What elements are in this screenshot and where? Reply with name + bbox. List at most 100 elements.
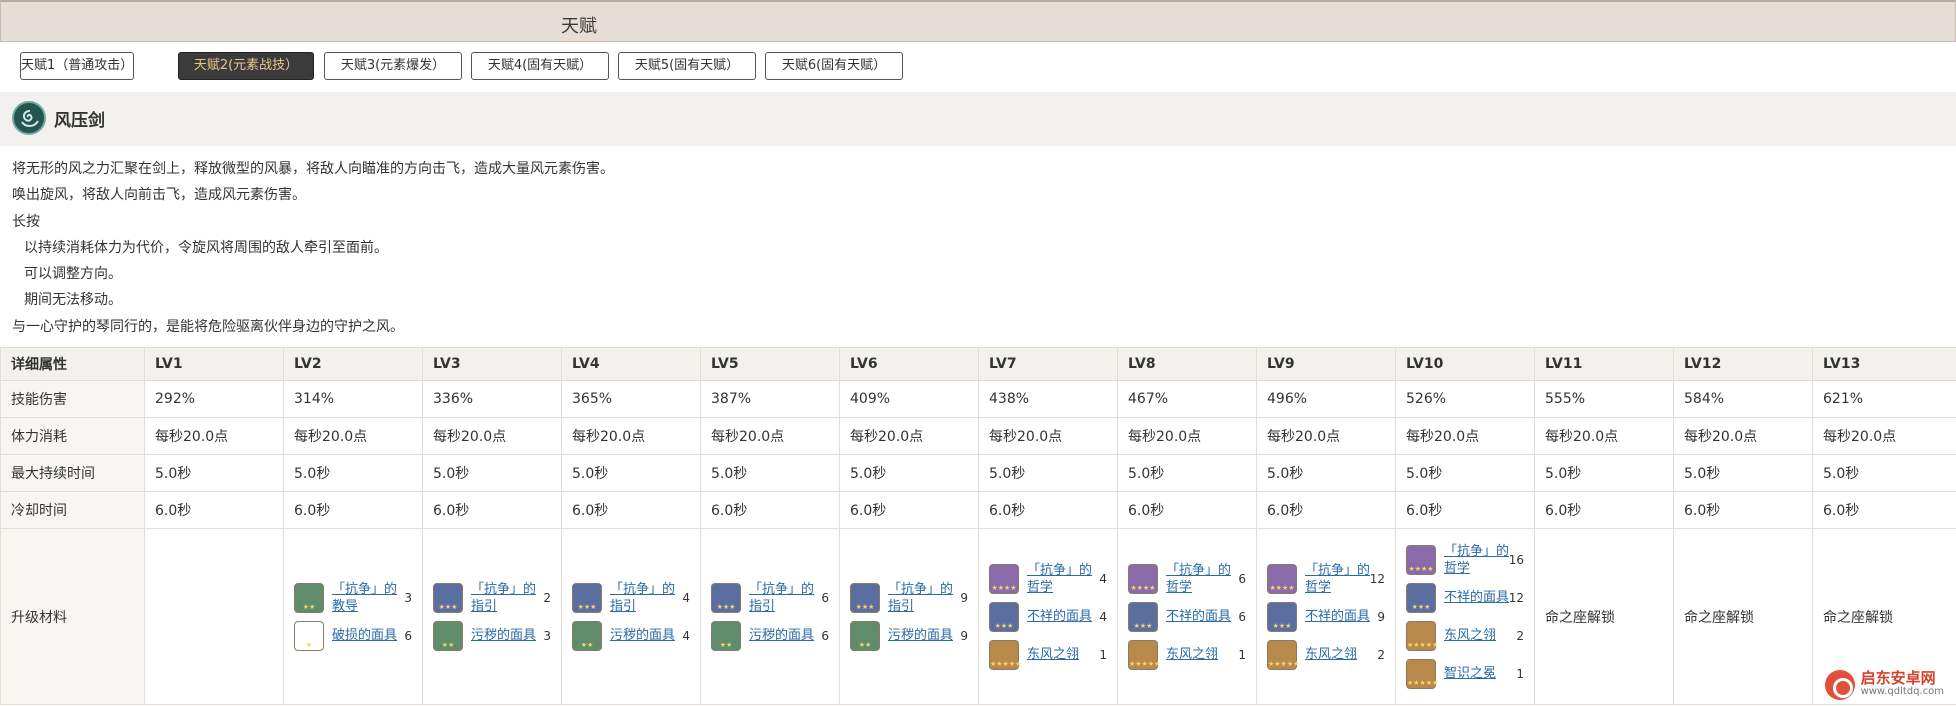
material-item[interactable]: ★★★ 「抗争」的指引 6	[711, 579, 829, 617]
material-name-link[interactable]: 「抗争」的指引	[471, 581, 539, 615]
material-name-link[interactable]: 「抗争」的指引	[749, 581, 817, 615]
table-cell: 467%	[1117, 380, 1257, 418]
table-cell: 6.0秒	[1673, 491, 1813, 529]
tab-talent-1[interactable]: 天赋1（普通攻击）	[20, 52, 134, 80]
material-name-link[interactable]: 污秽的面具	[888, 627, 956, 644]
material-item[interactable]: ★★★★ 「抗争」的哲学 4	[989, 560, 1107, 598]
material-item[interactable]: ★★★★ 「抗争」的哲学 6	[1128, 560, 1246, 598]
material-item[interactable]: ★★ 「抗争」的教导 3	[294, 579, 412, 617]
material-name-link[interactable]: 「抗争」的指引	[888, 581, 956, 615]
tab-talent-6[interactable]: 天赋6(固有天赋）	[765, 52, 903, 80]
rarity-stars-icon: ★★★★	[1130, 583, 1156, 592]
table-header-level: LV12	[1673, 347, 1813, 381]
material-item[interactable]: ★★★ 「抗争」的指引 4	[572, 579, 690, 617]
material-count: 6	[821, 590, 829, 605]
materials-cell: ★★★★ 「抗争」的哲学 4 ★★★ 不祥的面具 4 ★★★★★ 东风之翎 1	[978, 528, 1118, 705]
material-item[interactable]: ★★ 污秽的面具 4	[572, 617, 690, 655]
rarity-stars-icon: ★★★	[1133, 621, 1153, 630]
constellation-unlock-cell: 命之座解锁	[1673, 528, 1813, 705]
row-label: 最大持续时间	[0, 454, 145, 492]
material-count: 4	[682, 628, 690, 643]
material-name-link[interactable]: 东风之翎	[1027, 646, 1095, 663]
material-name-link[interactable]: 不祥的面具	[1027, 608, 1095, 625]
anemo-swirl-icon	[12, 101, 46, 135]
tab-talent-5[interactable]: 天赋5(固有天赋）	[618, 52, 756, 80]
material-name-link[interactable]: 不祥的面具	[1444, 589, 1512, 606]
material-item[interactable]: ★★ 污秽的面具 6	[711, 617, 829, 655]
table-cell: 6.0秒	[700, 491, 840, 529]
table-header-level: LV4	[561, 347, 701, 381]
material-icon: ★★★	[433, 582, 463, 613]
material-name-link[interactable]: 污秽的面具	[749, 627, 817, 644]
material-name-link[interactable]: 破损的面具	[332, 627, 400, 644]
skill-name: 风压剑	[54, 111, 105, 131]
material-icon: ★★★	[711, 582, 741, 613]
material-icon: ★★★	[1267, 601, 1297, 632]
material-name-link[interactable]: 污秽的面具	[471, 627, 539, 644]
material-icon: ★★★★	[989, 563, 1019, 594]
table-cell: 409%	[839, 380, 979, 418]
table-cell: 每秒20.0点	[144, 417, 284, 455]
material-count: 2	[1377, 647, 1385, 662]
material-count: 9	[1377, 609, 1385, 624]
table-cell: 每秒20.0点	[1395, 417, 1535, 455]
material-item[interactable]: ★★★ 不祥的面具 6	[1128, 598, 1246, 636]
material-name-link[interactable]: 东风之翎	[1444, 627, 1512, 644]
material-name-link[interactable]: 「抗争」的哲学	[1166, 562, 1234, 596]
table-cell: 292%	[144, 380, 284, 418]
material-name-link[interactable]: 「抗争」的哲学	[1305, 562, 1373, 596]
material-item[interactable]: ★★★★★ 东风之翎 1	[989, 636, 1107, 674]
table-cell: 每秒20.0点	[700, 417, 840, 455]
table-cell: 621%	[1812, 380, 1956, 418]
tab-talent-3[interactable]: 天赋3(元素爆发）	[324, 52, 462, 80]
material-name-link[interactable]: 「抗争」的教导	[332, 581, 400, 615]
row-label: 升级材料	[0, 528, 145, 705]
table-cell: 5.0秒	[978, 454, 1118, 492]
material-count: 3	[404, 590, 412, 605]
material-item[interactable]: ★★★ 「抗争」的指引 2	[433, 579, 551, 617]
table-header-level: LV5	[700, 347, 840, 381]
material-name-link[interactable]: 东风之翎	[1166, 646, 1234, 663]
table-cell: 5.0秒	[1395, 454, 1535, 492]
row-label: 技能伤害	[0, 380, 145, 418]
material-name-link[interactable]: 「抗争」的哲学	[1027, 562, 1095, 596]
material-item[interactable]: ★★★ 不祥的面具 4	[989, 598, 1107, 636]
material-item[interactable]: ★★★ 不祥的面具 9	[1267, 598, 1385, 636]
materials-cell: ★★★★ 「抗争」的哲学 16 ★★★ 不祥的面具 12 ★★★★★ 东风之翎 2 ★★★★★ 智识…	[1395, 528, 1535, 705]
material-item[interactable]: ★★★★★ 东风之翎 2	[1267, 636, 1385, 674]
table-cell: 438%	[978, 380, 1118, 418]
material-count: 4	[1099, 609, 1107, 624]
material-name-link[interactable]: 智识之冕	[1444, 665, 1512, 682]
material-name-link[interactable]: 污秽的面具	[610, 627, 678, 644]
rarity-stars-icon: ★★★★★	[1129, 659, 1161, 668]
table-cell: 5.0秒	[1812, 454, 1956, 492]
material-item[interactable]: ★ 破损的面具 6	[294, 617, 412, 655]
material-item[interactable]: ★★★★ 「抗争」的哲学 16	[1406, 541, 1524, 579]
material-name-link[interactable]: 不祥的面具	[1166, 608, 1234, 625]
material-item[interactable]: ★★ 污秽的面具 9	[850, 617, 968, 655]
table-cell: 5.0秒	[839, 454, 979, 492]
material-name-link[interactable]: 不祥的面具	[1305, 608, 1373, 625]
materials-cell: ★★★ 「抗争」的指引 6 ★★ 污秽的面具 6	[700, 528, 840, 705]
material-count: 1	[1516, 666, 1524, 681]
table-cell: 6.0秒	[144, 491, 284, 529]
table-row: 冷却时间 6.0秒 6.0秒 6.0秒 6.0秒 6.0秒 6.0秒 6.0秒 6.0秒 6.0秒…	[0, 491, 1956, 529]
material-item[interactable]: ★★★★★ 智识之冕 1	[1406, 655, 1524, 693]
material-item[interactable]: ★★★★★ 东风之翎 1	[1128, 636, 1246, 674]
table-cell: 每秒20.0点	[839, 417, 979, 455]
material-name-link[interactable]: 东风之翎	[1305, 646, 1373, 663]
skill-header: 风压剑	[0, 92, 1956, 146]
rarity-stars-icon: ★★	[580, 640, 594, 649]
tab-talent-4[interactable]: 天赋4(固有天赋）	[471, 52, 609, 80]
material-item[interactable]: ★★★★★ 东风之翎 2	[1406, 617, 1524, 655]
material-item[interactable]: ★★★ 不祥的面具 12	[1406, 579, 1524, 617]
table-cell: 每秒20.0点	[1256, 417, 1396, 455]
material-name-link[interactable]: 「抗争」的指引	[610, 581, 678, 615]
tab-talent-2[interactable]: 天赋2(元素战技）	[178, 52, 314, 80]
material-item[interactable]: ★★ 污秽的面具 3	[433, 617, 551, 655]
material-item[interactable]: ★★★ 「抗争」的指引 9	[850, 579, 968, 617]
material-count: 12	[1508, 590, 1524, 605]
material-item[interactable]: ★★★★ 「抗争」的哲学 12	[1267, 560, 1385, 598]
material-name-link[interactable]: 「抗争」的哲学	[1444, 543, 1512, 577]
table-header-level: LV2	[283, 347, 423, 381]
